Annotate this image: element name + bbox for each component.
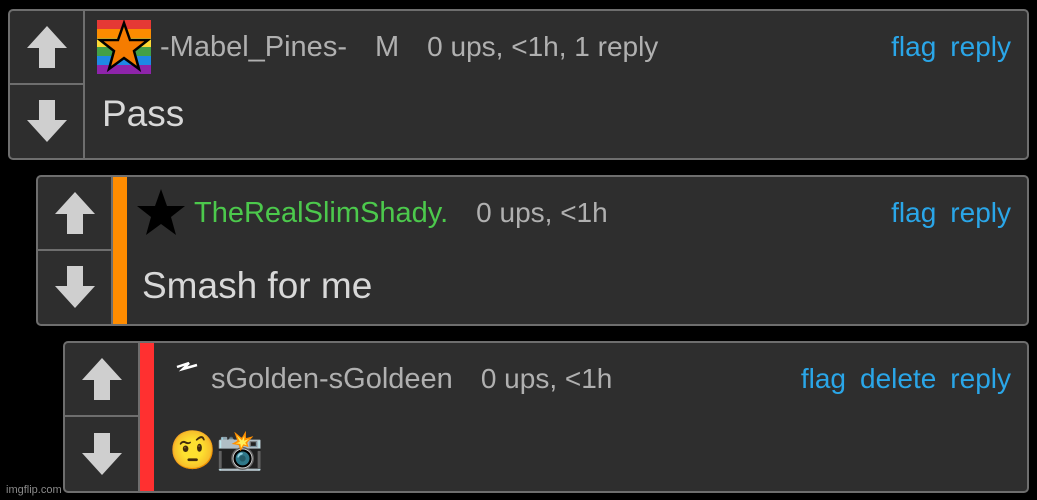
downvote-button[interactable] — [38, 251, 111, 325]
username[interactable]: TheRealSlimShady. — [194, 197, 448, 230]
reply-link[interactable]: reply — [950, 363, 1011, 395]
comment-meta: 0 ups, <1h — [476, 197, 608, 228]
comment-body: Pass — [102, 93, 185, 134]
comment-actions: flag delete reply — [801, 343, 1011, 415]
black-star-icon — [136, 185, 186, 241]
vote-column — [38, 177, 113, 324]
comment-body: Smash for me — [142, 265, 373, 306]
lightning-icon — [163, 349, 203, 409]
arrow-up-icon — [54, 191, 95, 234]
watermark: imgflip.com — [6, 484, 62, 496]
rainbow-star-icon — [96, 19, 152, 75]
upvote-button[interactable] — [65, 343, 138, 417]
arrow-up-icon — [81, 358, 122, 400]
comment-meta: 0 ups, <1h — [480, 363, 613, 394]
comment-header: -Mabel_Pines- M 0 ups, <1h, 1 reply — [96, 11, 1027, 83]
comment-actions: flag reply — [891, 177, 1011, 249]
downvote-button[interactable] — [65, 417, 138, 491]
arrow-up-icon — [26, 25, 67, 68]
reply-link[interactable]: reply — [950, 31, 1011, 63]
flag-link[interactable]: flag — [801, 363, 846, 395]
username[interactable]: sGolden-sGoldeen — [211, 363, 453, 396]
upvote-button[interactable] — [38, 177, 111, 251]
flag-link[interactable]: flag — [891, 197, 936, 229]
comment-body: 🤨📸 — [169, 430, 264, 472]
reply-link[interactable]: reply — [950, 197, 1011, 229]
arrow-down-icon — [26, 100, 67, 143]
arrow-down-icon — [81, 433, 122, 475]
downvote-button[interactable] — [10, 85, 83, 159]
comment: sGolden-sGoldeen 0 ups, <1h flag delete … — [63, 341, 1029, 493]
comment-meta: 0 ups, <1h, 1 reply — [427, 31, 659, 62]
comment-actions: flag reply — [891, 11, 1011, 83]
comment: TheRealSlimShady. 0 ups, <1h flag reply … — [36, 175, 1029, 326]
comment: -Mabel_Pines- M 0 ups, <1h, 1 reply flag… — [8, 9, 1029, 160]
username[interactable]: -Mabel_Pines- — [160, 31, 347, 64]
upvote-button[interactable] — [10, 11, 83, 85]
vote-column — [65, 343, 140, 491]
vote-column — [10, 11, 85, 158]
arrow-down-icon — [54, 266, 95, 309]
reply-depth-bar — [113, 177, 127, 324]
flag-link[interactable]: flag — [891, 31, 936, 63]
reply-depth-bar — [140, 343, 154, 491]
delete-link[interactable]: delete — [860, 363, 936, 395]
mod-badge: M — [374, 30, 400, 63]
